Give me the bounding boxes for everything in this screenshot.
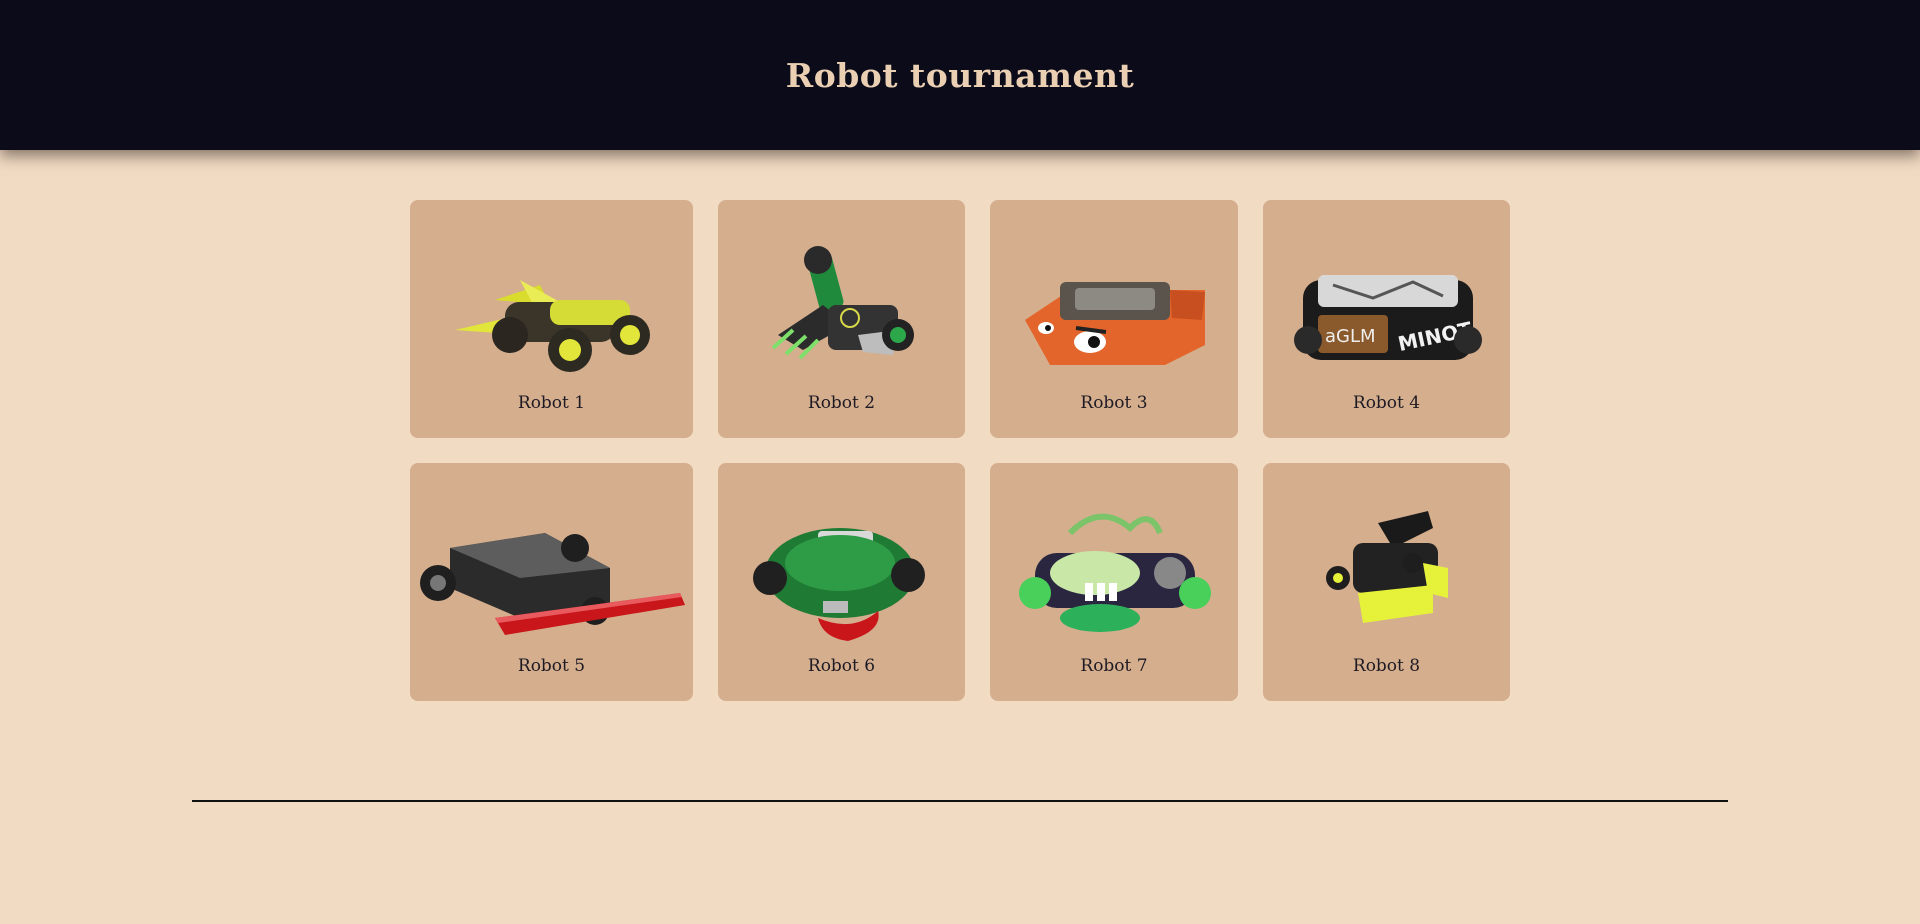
robot-5-image [410, 493, 693, 643]
robot-card-label: Robot 2 [807, 393, 876, 413]
robot-card-3[interactable]: Robot 3 [990, 200, 1238, 438]
robot-4-image: aGLM MINOT [1263, 230, 1510, 380]
robot-card-5[interactable]: Robot 5 [410, 463, 693, 701]
robot-card-label: Robot 8 [1352, 656, 1421, 676]
robot-card-6[interactable]: Robot 6 [718, 463, 965, 701]
robot-card-label: Robot 5 [517, 656, 586, 676]
robot-8-image [1263, 493, 1510, 643]
robot-2-image [718, 230, 965, 380]
robot-card-label: Robot 6 [807, 656, 876, 676]
robot-card-label: Robot 7 [1080, 656, 1148, 676]
footer-divider [192, 800, 1728, 802]
site-header: Robot tournament [0, 0, 1920, 150]
robot-card-2[interactable]: Robot 2 [718, 200, 965, 438]
robot-card-8[interactable]: Robot 8 [1263, 463, 1510, 701]
robot-card-1[interactable]: Robot 1 [410, 200, 693, 438]
robot-3-image [990, 230, 1238, 380]
robot-card-7[interactable]: Robot 7 [990, 463, 1238, 701]
robot-6-image [718, 493, 965, 643]
robot-7-image [990, 493, 1238, 643]
page-title: Robot tournament [785, 55, 1135, 95]
robot-card-4[interactable]: aGLM MINOT Robot 4 [1263, 200, 1510, 438]
robot-card-label: Robot 1 [517, 393, 586, 413]
robot-1-image [410, 230, 693, 380]
robot-card-label: Robot 4 [1352, 393, 1421, 413]
svg-text:aGLM: aGLM [1325, 326, 1376, 347]
robot-card-label: Robot 3 [1080, 393, 1148, 413]
